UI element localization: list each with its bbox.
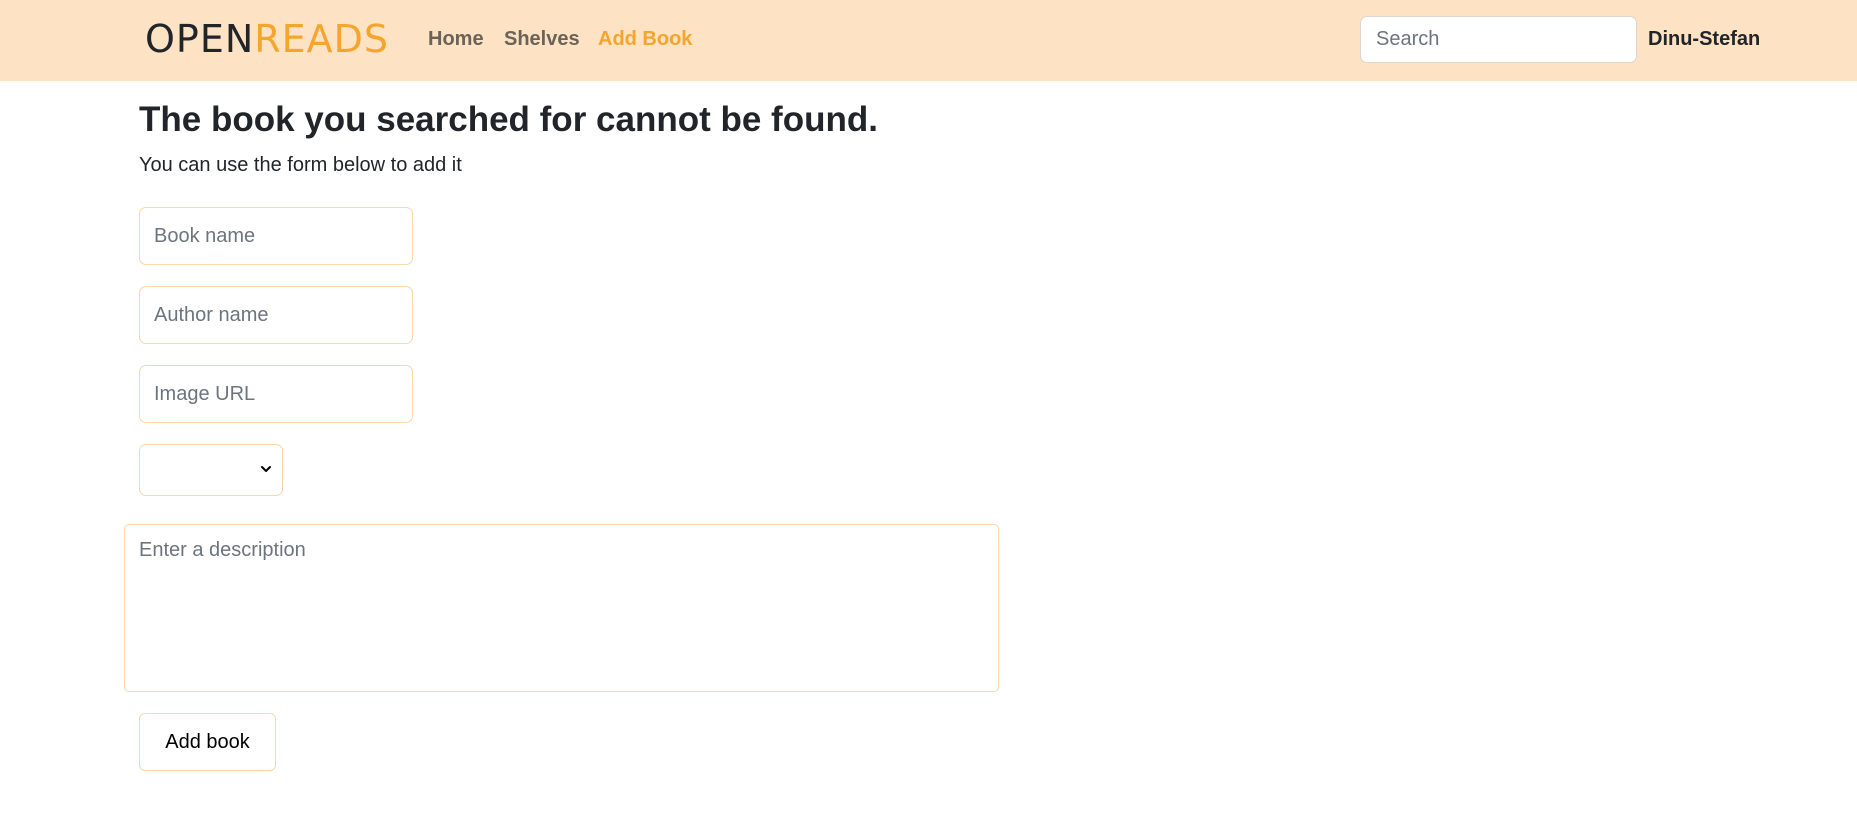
navbar: OPENREADS Home Shelves Add Book Dinu-Ste… [0, 0, 1857, 81]
image-url-field[interactable] [139, 365, 413, 423]
search-input[interactable] [1360, 16, 1637, 63]
username[interactable]: Dinu-Stefan [1648, 27, 1760, 51]
book-name-field[interactable] [139, 207, 413, 265]
author-name-field[interactable] [139, 286, 413, 344]
site-logo[interactable]: OPENREADS [145, 17, 389, 61]
page-subtitle: You can use the form below to add it [139, 154, 462, 176]
logo-reads-text: READS [254, 17, 390, 61]
nav-link-shelves[interactable]: Shelves [504, 27, 580, 51]
logo-open-text: OPEN [145, 17, 255, 61]
chevron-down-icon [261, 466, 271, 472]
nav-link-add-book[interactable]: Add Book [598, 27, 692, 51]
description-field[interactable] [124, 524, 999, 692]
add-book-button[interactable]: Add book [139, 713, 276, 771]
nav-link-home[interactable]: Home [428, 27, 484, 51]
page-title: The book you searched for cannot be foun… [139, 100, 878, 139]
category-select[interactable] [139, 444, 283, 496]
